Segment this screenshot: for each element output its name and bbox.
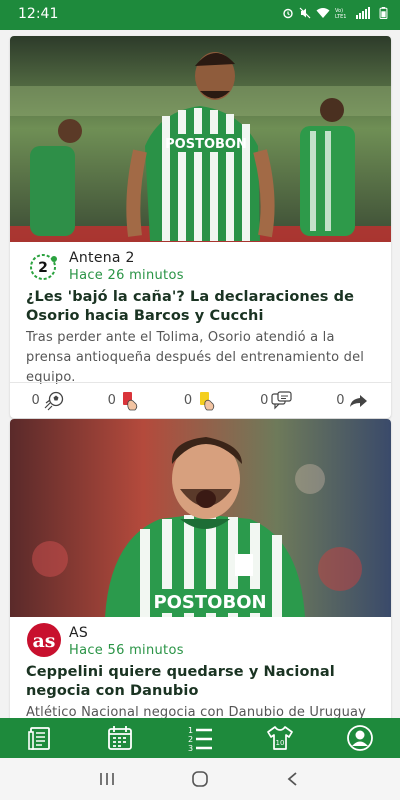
share-arrow-icon: [349, 394, 367, 407]
bottom-navigation: 123 10: [0, 718, 400, 758]
nav-team[interactable]: 10: [240, 718, 320, 758]
news-feed[interactable]: POSTOBON 2 Antena 2 Hace 26 minutos ¿Les…: [0, 30, 400, 718]
source-row: 2 Antena 2 Hace 26 minutos: [10, 242, 391, 283]
news-photo[interactable]: POSTOBON: [10, 419, 391, 617]
red-card-count: 0: [107, 393, 116, 408]
yellow-card-icon: [200, 391, 215, 410]
red-card-reaction-button[interactable]: 0: [86, 383, 162, 418]
profile-icon: [347, 725, 373, 751]
home-icon: [192, 771, 208, 787]
calendar-icon: [108, 726, 132, 750]
alarm-icon: [283, 8, 293, 19]
volte-icon: Vo)LTE1: [335, 8, 347, 19]
back-icon: [287, 772, 297, 786]
news-card[interactable]: POSTOBON as AS Hace 56 minutos Ceppelini…: [10, 419, 391, 718]
jersey-icon: 10: [267, 726, 293, 750]
system-navigation: [0, 758, 400, 800]
as-logo: as: [27, 623, 61, 657]
news-icon: [28, 727, 50, 750]
source-name[interactable]: Antena 2: [69, 250, 135, 266]
article-summary[interactable]: Atlético Nacional negocia con Danubio de…: [10, 701, 391, 718]
red-card-icon: [122, 391, 138, 410]
recent-apps-icon: [99, 773, 114, 785]
battery-icon: [379, 7, 388, 19]
comments-count: 0: [260, 393, 269, 408]
svg-text:10: 10: [276, 739, 285, 747]
goal-count: 0: [31, 393, 40, 408]
published-time: Hace 26 minutos: [69, 268, 184, 283]
article-title[interactable]: ¿Les 'bajó la caña'? La declaraciones de…: [10, 282, 391, 326]
svg-text:2: 2: [38, 260, 48, 276]
news-photo[interactable]: POSTOBON: [10, 36, 391, 242]
comments-button[interactable]: 0: [239, 383, 315, 418]
news-card[interactable]: POSTOBON 2 Antena 2 Hace 26 minutos ¿Les…: [10, 36, 391, 418]
share-count: 0: [336, 393, 345, 408]
nav-news[interactable]: [0, 718, 80, 758]
nav-standings[interactable]: 123: [160, 718, 240, 758]
goal-reaction-button[interactable]: 0: [10, 383, 86, 418]
home-button[interactable]: [180, 764, 220, 794]
recent-apps-button[interactable]: [87, 764, 127, 794]
reactions-bar: 0 0 0 0 0: [10, 382, 391, 418]
svg-text:1: 1: [188, 726, 193, 735]
svg-text:3: 3: [188, 744, 193, 752]
yellow-card-reaction-button[interactable]: 0: [162, 383, 238, 418]
source-row: as AS Hace 56 minutos: [10, 617, 391, 658]
svg-text:2: 2: [188, 735, 193, 744]
signal-icon: [356, 7, 370, 19]
source-name[interactable]: AS: [69, 625, 88, 641]
published-time: Hace 56 minutos: [69, 643, 184, 658]
svg-text:LTE1: LTE1: [335, 14, 347, 19]
article-title[interactable]: Ceppelini quiere quedarse y Nacional neg…: [10, 657, 391, 701]
player-photo: POSTOBON: [10, 419, 391, 617]
mute-icon: [299, 7, 311, 19]
nav-profile[interactable]: [320, 718, 400, 758]
player-photo: POSTOBON: [10, 36, 391, 242]
sponsor-text: POSTOBON: [153, 592, 266, 613]
article-summary[interactable]: Tras perder ante el Tolima, Osorio atend…: [10, 326, 391, 388]
nav-calendar[interactable]: [80, 718, 160, 758]
status-time: 12:41: [18, 6, 59, 22]
share-button[interactable]: 0: [315, 383, 391, 418]
comments-icon: [271, 390, 292, 409]
sponsor-text: POSTOBON: [165, 137, 247, 152]
standings-icon: 123: [188, 726, 212, 752]
back-button[interactable]: [273, 764, 313, 794]
yellow-card-count: 0: [183, 393, 193, 408]
antena2-logo: 2: [30, 254, 57, 280]
status-bar: 12:41 Vo) LTE1: [0, 0, 400, 30]
svg-text:as: as: [32, 630, 55, 652]
wifi-icon: [316, 8, 330, 18]
soccer-ball-icon: [44, 391, 63, 410]
